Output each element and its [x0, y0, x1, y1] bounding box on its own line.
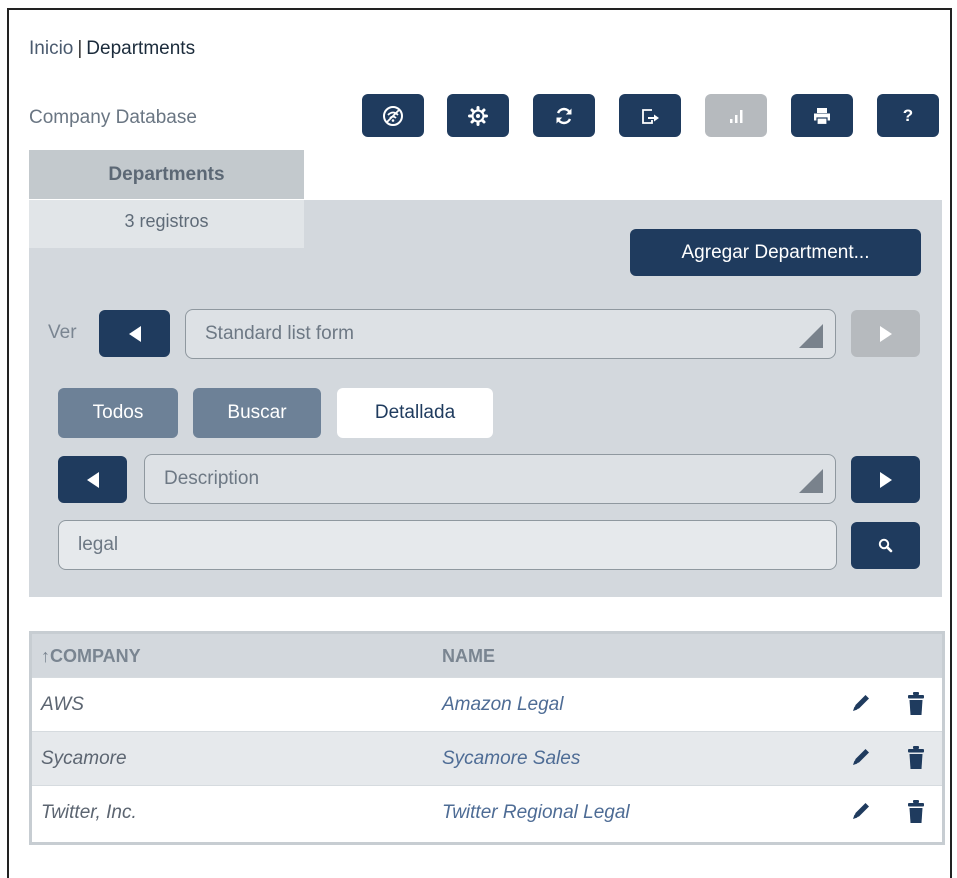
trash-icon — [908, 692, 924, 715]
chart-icon — [730, 109, 743, 123]
breadcrumb-home-link[interactable]: Inicio — [29, 38, 73, 59]
column-header-company[interactable]: ↑COMPANY — [41, 646, 141, 667]
no-wifi-button[interactable] — [362, 94, 424, 137]
edit-button[interactable] — [849, 691, 873, 720]
delete-button[interactable] — [907, 691, 925, 722]
results-table: ↑COMPANY NAME AWS Amazon Legal Sycamore … — [29, 631, 945, 845]
filter-mode-search[interactable]: Buscar — [193, 388, 321, 438]
gear-icon — [468, 105, 488, 126]
database-name: Company Database — [29, 107, 197, 128]
export-button[interactable] — [619, 94, 681, 137]
cell-name[interactable]: Twitter Regional Legal — [442, 802, 630, 824]
breadcrumb-separator: | — [77, 38, 83, 59]
search-icon — [878, 538, 892, 552]
pencil-icon — [853, 695, 869, 711]
field-next-button[interactable] — [851, 456, 920, 503]
cell-name[interactable]: Amazon Legal — [442, 694, 563, 716]
refresh-button[interactable] — [533, 94, 595, 137]
no-wifi-icon — [383, 105, 403, 126]
column-header-name[interactable]: NAME — [442, 646, 495, 667]
cell-company: Sycamore — [41, 748, 127, 769]
view-select-value: Standard list form — [205, 323, 354, 344]
pencil-icon — [853, 749, 869, 765]
cell-company: AWS — [41, 694, 84, 715]
refresh-icon — [556, 107, 572, 124]
field-select-value: Description — [164, 468, 260, 489]
export-icon — [642, 108, 659, 124]
tab-departments[interactable]: Departments — [29, 150, 304, 199]
breadcrumb-current: Departments — [86, 38, 196, 59]
chart-button — [705, 94, 767, 137]
view-select[interactable]: Standard list form — [185, 309, 836, 359]
arrow-left-icon — [86, 471, 99, 488]
table-row[interactable]: AWS Amazon Legal — [32, 677, 942, 731]
add-department-button[interactable]: Agregar Department... — [630, 229, 921, 276]
record-count: 3 registros — [29, 200, 304, 248]
table-row[interactable]: Twitter, Inc. Twitter Regional Legal — [32, 785, 942, 839]
trash-icon — [908, 800, 924, 823]
help-icon: ? — [902, 105, 914, 125]
view-next-button — [851, 310, 920, 357]
filter-mode-all[interactable]: Todos — [58, 388, 178, 438]
dropdown-corner-icon — [799, 469, 823, 493]
edit-button[interactable] — [849, 745, 873, 774]
breadcrumb: Inicio | Departments — [29, 38, 195, 60]
trash-icon — [908, 746, 924, 769]
table-row[interactable]: Sycamore Sycamore Sales — [32, 731, 942, 785]
help-button[interactable]: ? — [877, 94, 939, 137]
delete-button[interactable] — [907, 799, 925, 830]
search-button[interactable] — [851, 522, 920, 569]
arrow-right-icon — [879, 471, 892, 488]
view-label: Ver — [48, 322, 77, 343]
filter-mode-detailed[interactable]: Detallada — [337, 388, 493, 438]
pencil-icon — [853, 803, 869, 819]
print-button[interactable] — [791, 94, 853, 137]
field-select[interactable]: Description — [144, 454, 836, 504]
search-input[interactable]: legal — [58, 520, 837, 570]
table-header: ↑COMPANY NAME — [32, 634, 942, 677]
print-icon — [814, 107, 830, 125]
delete-button[interactable] — [907, 745, 925, 776]
cell-company: Twitter, Inc. — [41, 802, 137, 823]
field-prev-button[interactable] — [58, 456, 127, 503]
edit-button[interactable] — [849, 799, 873, 828]
settings-button[interactable] — [447, 94, 509, 137]
arrow-left-icon — [128, 325, 141, 342]
cell-name[interactable]: Sycamore Sales — [442, 748, 580, 770]
view-prev-button[interactable] — [99, 310, 170, 357]
dropdown-corner-icon — [799, 324, 823, 348]
search-input-value: legal — [78, 534, 119, 555]
arrow-right-icon — [879, 325, 892, 342]
